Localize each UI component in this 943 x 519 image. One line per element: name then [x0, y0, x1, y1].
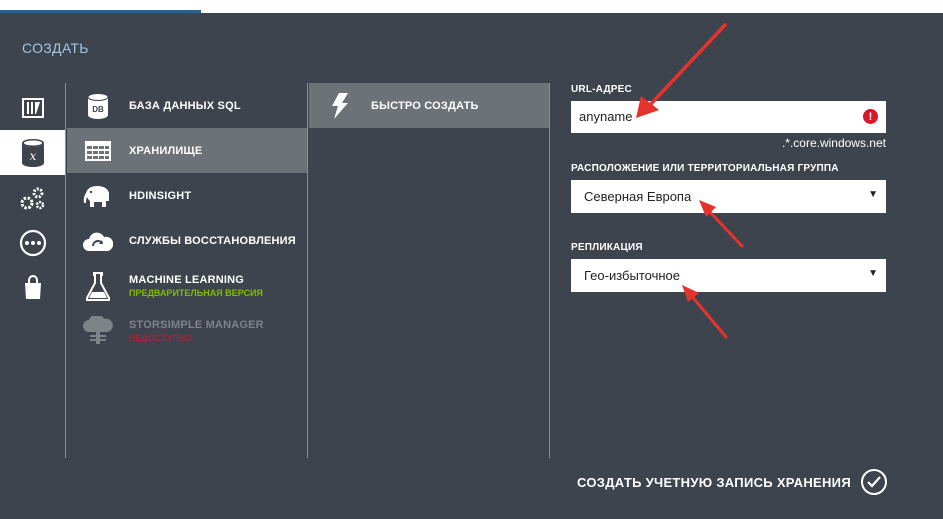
service-label: СЛУЖБЫ ВОССТАНОВЛЕНИЯ: [129, 234, 296, 247]
category-network-services[interactable]: [0, 220, 65, 265]
service-label: STORSIMPLE MANAGER: [129, 318, 264, 331]
service-hdinsight[interactable]: HDINSIGHT: [67, 173, 307, 218]
service-sql-database[interactable]: DB БАЗА ДАННЫХ SQL: [67, 83, 307, 128]
location-value: Северная Европа: [584, 189, 692, 204]
unavailable-badge: НЕДОСТУПНО: [129, 332, 193, 343]
database-icon: DB: [87, 92, 109, 119]
storsimple-icon: [83, 315, 113, 344]
url-label: URL-АДРЕС: [571, 84, 632, 95]
submit-label: СОЗДАТЬ УЧЕТНУЮ ЗАПИСЬ ХРАНЕНИЯ: [577, 474, 851, 490]
service-label: HDINSIGHT: [129, 189, 192, 202]
location-label: РАСПОЛОЖЕНИЕ ИЛИ ТЕРРИТОРИАЛЬНАЯ ГРУППА: [571, 163, 839, 174]
compute-icon: [21, 97, 44, 118]
quick-create-label: БЫСТРО СОЗДАТЬ: [371, 99, 479, 112]
replication-value: Гео-избыточное: [584, 268, 680, 283]
quick-create-option[interactable]: БЫСТРО СОЗДАТЬ: [309, 83, 549, 128]
error-icon: !: [863, 109, 878, 124]
create-storage-account-button[interactable]: СОЗДАТЬ УЧЕТНУЮ ЗАПИСЬ ХРАНЕНИЯ: [577, 469, 887, 495]
lightning-icon: [332, 92, 348, 119]
url-input-box[interactable]: !: [571, 101, 886, 133]
recovery-cloud-icon: [83, 232, 113, 251]
service-label: MACHINE LEARNING: [129, 273, 245, 286]
location-select[interactable]: Северная Европа ▼: [571, 180, 886, 213]
top-bar: [0, 0, 943, 13]
service-storage[interactable]: ХРАНИЛИЩЕ: [67, 128, 307, 173]
service-label: ХРАНИЛИЩЕ: [129, 144, 203, 157]
data-services-icon: x: [21, 138, 44, 167]
service-machine-learning[interactable]: MACHINE LEARNING ПРЕДВАРИТЕЛЬНАЯ ВЕРСИЯ: [67, 263, 307, 308]
category-compute[interactable]: [0, 85, 65, 130]
service-storsimple-manager: STORSIMPLE MANAGER НЕДОСТУПНО: [67, 308, 307, 353]
svg-text:x: x: [29, 149, 36, 163]
replication-select[interactable]: Гео-избыточное ▼: [571, 259, 886, 292]
category-data-services[interactable]: x: [0, 130, 65, 175]
replication-label: РЕПЛИКАЦИЯ: [571, 242, 643, 253]
column-divider: [307, 83, 308, 458]
preview-badge: ПРЕДВАРИТЕЛЬНАЯ ВЕРСИЯ: [129, 287, 263, 298]
svg-text:DB: DB: [92, 105, 104, 114]
url-suffix: .*.core.windows.net: [781, 136, 886, 150]
chevron-down-icon: ▼: [868, 189, 878, 200]
url-input[interactable]: [579, 109, 859, 124]
category-store[interactable]: [0, 265, 65, 310]
service-label: БАЗА ДАННЫХ SQL: [129, 99, 241, 112]
chevron-down-icon: ▼: [868, 268, 878, 279]
checkmark-icon[interactable]: [860, 469, 887, 495]
store-icon: [24, 274, 41, 299]
network-services-icon: [19, 229, 46, 256]
column-divider: [65, 83, 66, 458]
service-recovery-services[interactable]: СЛУЖБЫ ВОССТАНОВЛЕНИЯ: [67, 218, 307, 263]
storage-table-icon: [85, 140, 111, 161]
category-app-services[interactable]: [0, 175, 65, 220]
column-divider: [549, 83, 550, 458]
hdinsight-elephant-icon: [83, 185, 109, 207]
page-title: СОЗДАТЬ: [22, 40, 89, 56]
flask-icon: [86, 271, 110, 301]
app-services-icon: [20, 187, 44, 209]
create-panel: СОЗДАТЬ x DB БАЗА ДАННЫХ SQL ХРАНИЛИЩЕ H…: [0, 13, 943, 519]
